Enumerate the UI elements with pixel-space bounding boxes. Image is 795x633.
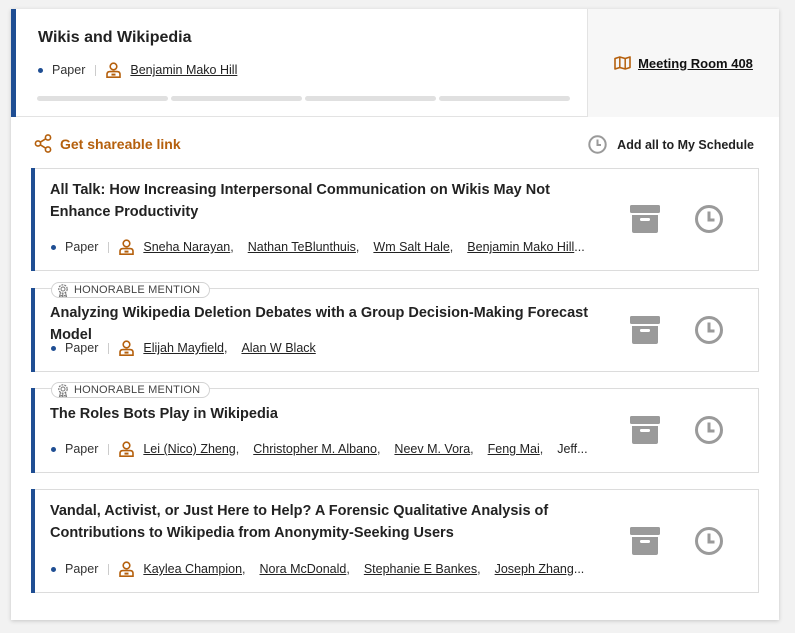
type-dot [51,244,56,250]
paper-accent-bar [31,489,35,593]
session-type: Paper [52,63,86,77]
author-link[interactable]: Wm Salt Hale [373,240,449,254]
author-link[interactable]: Nora McDonald [260,562,347,576]
session-card: Wikis and Wikipedia Paper Benjamin Mako … [11,9,779,620]
authors-ellipsis: ... [573,562,585,576]
divider [108,563,110,575]
paper-card[interactable]: All Talk: How Increasing Interpersonal C… [31,168,759,271]
author-link[interactable]: Neev M. Vora [394,442,470,456]
clock-icon[interactable] [694,415,724,445]
session-header: Wikis and Wikipedia Paper Benjamin Mako … [11,9,779,117]
share-link-button[interactable]: Get shareable link [34,134,181,153]
author-link[interactable]: Benjamin Mako Hill [467,240,574,254]
session-title: Wikis and Wikipedia [38,29,192,46]
divider [108,443,110,455]
paper-type: Paper [65,341,99,355]
paper-meta: Paper Lei (Nico) Zheng, Christopher M. A… [51,440,588,458]
clock-icon [588,135,607,154]
paper-meta: Paper Kaylea Champion, Nora McDonald, St… [51,560,584,578]
session-chair-link[interactable]: Benjamin Mako Hill [130,63,237,77]
paper-title[interactable]: All Talk: How Increasing Interpersonal C… [50,179,590,223]
author-link[interactable]: Sneha Narayan [143,240,230,254]
paper-meta: Paper Elijah Mayfield, Alan W Black [51,339,316,357]
paper-type: Paper [65,442,99,456]
archive-icon[interactable] [629,526,661,556]
authors-ellipsis: Jeff... [557,442,588,456]
type-dot [38,67,43,73]
paper-card[interactable]: HONORABLE MENTION The Roles Bots Play in… [31,382,759,473]
session-accent-bar [11,9,16,117]
add-all-schedule-button[interactable]: Add all to My Schedule [588,135,754,154]
add-all-label: Add all to My Schedule [617,137,754,152]
share-label: Get shareable link [60,135,181,152]
progress-segment [439,96,570,101]
map-icon [614,56,631,70]
authors-ellipsis: ... [574,240,585,254]
divider [108,241,110,253]
clock-icon[interactable] [694,315,724,345]
badge-label: HONORABLE MENTION [74,284,201,296]
author-link[interactable]: Stephanie E Bankes [364,562,477,576]
person-icon [106,62,122,78]
divider [108,342,110,354]
archive-icon[interactable] [629,315,661,345]
author-link[interactable]: Kaylea Champion [143,562,242,576]
paper-meta: Paper Sneha Narayan, Nathan TeBlunthuis,… [51,238,585,256]
paper-accent-bar [31,168,35,271]
person-icon [119,561,135,577]
clock-icon[interactable] [694,204,724,234]
badge-label: HONORABLE MENTION [74,384,201,396]
honorable-mention-badge: HONORABLE MENTION [51,282,211,298]
award-icon [58,383,68,397]
progress-segment [171,96,302,101]
room-link[interactable]: Meeting Room 408 [614,56,753,71]
archive-icon[interactable] [629,204,661,234]
session-progress-bar [37,96,570,101]
type-dot [51,446,56,452]
clock-icon[interactable] [694,526,724,556]
room-box: Meeting Room 408 [587,9,779,117]
author-link[interactable]: Joseph Zhang [495,562,574,576]
person-icon [119,441,135,457]
session-meta: Paper Benjamin Mako Hill [38,61,237,79]
paper-card[interactable]: Vandal, Activist, or Just Here to Help? … [31,489,759,593]
award-icon [58,283,68,297]
archive-icon[interactable] [629,415,661,445]
author-link[interactable]: Christopher M. Albano [253,442,377,456]
person-icon [119,239,135,255]
author-link[interactable]: Feng Mai [488,442,540,456]
divider [95,64,97,76]
progress-segment [37,96,168,101]
paper-title[interactable]: The Roles Bots Play in Wikipedia [50,403,590,425]
share-icon [34,134,52,153]
type-dot [51,566,56,572]
paper-accent-bar [31,388,35,473]
room-label: Meeting Room 408 [638,55,753,71]
author-link[interactable]: Nathan TeBlunthuis [248,240,356,254]
paper-accent-bar [31,288,35,372]
progress-segment [305,96,436,101]
honorable-mention-badge: HONORABLE MENTION [51,382,211,398]
paper-type: Paper [65,240,99,254]
person-icon [119,340,135,356]
paper-title[interactable]: Vandal, Activist, or Just Here to Help? … [50,500,570,544]
type-dot [51,345,56,351]
author-link[interactable]: Elijah Mayfield [143,341,224,355]
author-link[interactable]: Lei (Nico) Zheng [143,442,235,456]
paper-type: Paper [65,562,99,576]
paper-card[interactable]: HONORABLE MENTION Analyzing Wikipedia De… [31,282,759,372]
author-link[interactable]: Alan W Black [241,341,315,355]
